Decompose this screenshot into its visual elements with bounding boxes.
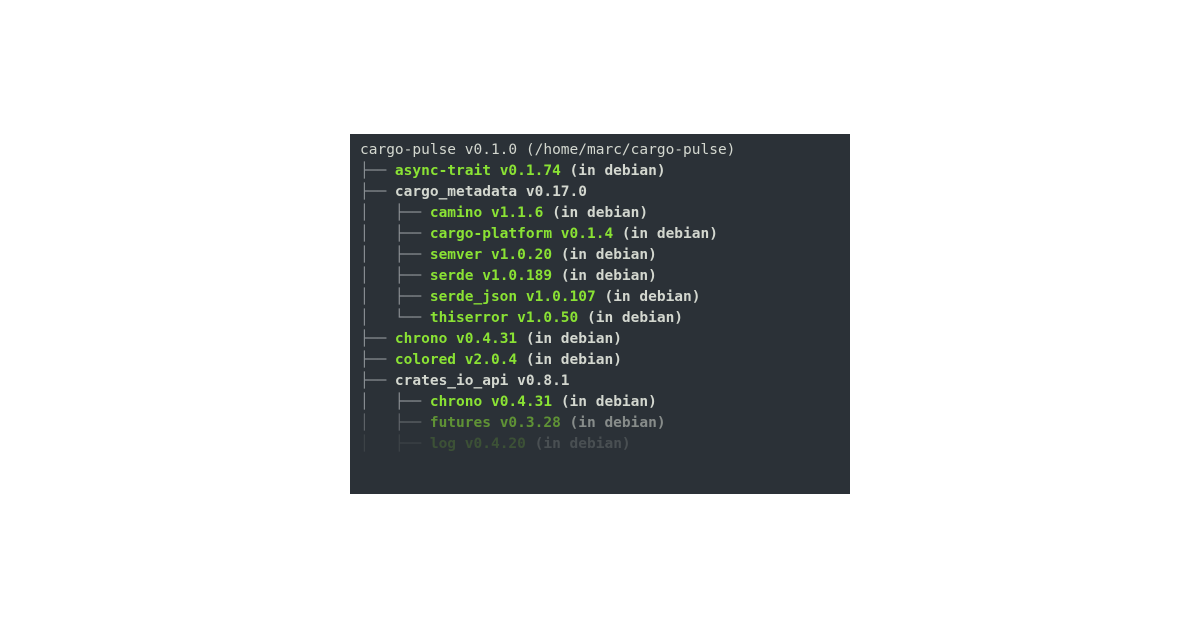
tree-branch-icon: ├──: [360, 331, 395, 347]
package-name: cargo-platform: [430, 226, 552, 242]
dependency-tree: ├── async-trait v0.1.74 (in debian)├── c…: [360, 161, 840, 455]
tree-branch-icon: │ ├──: [360, 205, 430, 221]
package-version: v1.0.50: [517, 310, 578, 326]
tree-row: │ ├── futures v0.3.28 (in debian): [360, 413, 840, 434]
tree-branch-icon: ├──: [360, 352, 395, 368]
package-name: crates_io_api: [395, 373, 509, 389]
package-version: v1.0.20: [491, 247, 552, 263]
package-version: v2.0.4: [465, 352, 517, 368]
package-note: (in debian): [570, 415, 666, 431]
package-note: (in debian): [604, 289, 700, 305]
package-name: log: [430, 436, 456, 452]
package-version: v1.0.189: [482, 268, 552, 284]
tree-branch-icon: │ ├──: [360, 268, 430, 284]
package-version: v0.4.20: [465, 436, 526, 452]
tree-branch-icon: ├──: [360, 184, 395, 200]
tree-row: │ ├── serde v1.0.189 (in debian): [360, 266, 840, 287]
package-name: async-trait: [395, 163, 491, 179]
package-version: v1.0.107: [526, 289, 596, 305]
tree-row: │ ├── chrono v0.4.31 (in debian): [360, 392, 840, 413]
tree-branch-icon: │ ├──: [360, 436, 430, 452]
root-version: v0.1.0: [465, 142, 517, 158]
tree-branch-icon: │ └──: [360, 310, 430, 326]
package-name: futures: [430, 415, 491, 431]
tree-row: │ └── thiserror v1.0.50 (in debian): [360, 308, 840, 329]
package-version: v0.1.4: [561, 226, 613, 242]
tree-branch-icon: ├──: [360, 373, 395, 389]
package-name: thiserror: [430, 310, 509, 326]
root-path: (/home/marc/cargo-pulse): [526, 142, 736, 158]
package-note: (in debian): [622, 226, 718, 242]
package-name: chrono: [430, 394, 482, 410]
tree-branch-icon: │ ├──: [360, 289, 430, 305]
package-note: (in debian): [570, 163, 666, 179]
package-note: (in debian): [561, 394, 657, 410]
package-name: cargo_metadata: [395, 184, 517, 200]
tree-row: ├── chrono v0.4.31 (in debian): [360, 329, 840, 350]
tree-branch-icon: │ ├──: [360, 226, 430, 242]
package-name: colored: [395, 352, 456, 368]
tree-row: ├── crates_io_api v0.8.1: [360, 371, 840, 392]
package-note: (in debian): [552, 205, 648, 221]
package-name: camino: [430, 205, 482, 221]
tree-row: │ ├── cargo-platform v0.1.4 (in debian): [360, 224, 840, 245]
terminal-output: cargo-pulse v0.1.0 (/home/marc/cargo-pul…: [350, 134, 850, 494]
tree-row: │ ├── serde_json v1.0.107 (in debian): [360, 287, 840, 308]
package-name: serde_json: [430, 289, 517, 305]
package-name: serde: [430, 268, 474, 284]
package-name: chrono: [395, 331, 447, 347]
package-note: (in debian): [526, 331, 622, 347]
root-name: cargo-pulse: [360, 142, 456, 158]
package-name: semver: [430, 247, 482, 263]
package-version: v0.17.0: [526, 184, 587, 200]
tree-branch-icon: │ ├──: [360, 415, 430, 431]
package-note: (in debian): [561, 268, 657, 284]
tree-branch-icon: │ ├──: [360, 394, 430, 410]
tree-row: ├── colored v2.0.4 (in debian): [360, 350, 840, 371]
tree-row: │ ├── camino v1.1.6 (in debian): [360, 203, 840, 224]
package-version: v0.4.31: [491, 394, 552, 410]
tree-row: ├── async-trait v0.1.74 (in debian): [360, 161, 840, 182]
package-version: v0.3.28: [500, 415, 561, 431]
tree-row: │ ├── semver v1.0.20 (in debian): [360, 245, 840, 266]
package-version: v0.1.74: [500, 163, 561, 179]
tree-row: ├── cargo_metadata v0.17.0: [360, 182, 840, 203]
tree-root: cargo-pulse v0.1.0 (/home/marc/cargo-pul…: [360, 140, 840, 161]
package-note: (in debian): [587, 310, 683, 326]
package-note: (in debian): [535, 436, 631, 452]
package-version: v0.4.31: [456, 331, 517, 347]
package-note: (in debian): [561, 247, 657, 263]
tree-row: │ ├── log v0.4.20 (in debian): [360, 434, 840, 455]
package-version: v0.8.1: [517, 373, 569, 389]
tree-branch-icon: ├──: [360, 163, 395, 179]
package-note: (in debian): [526, 352, 622, 368]
package-version: v1.1.6: [491, 205, 543, 221]
tree-branch-icon: │ ├──: [360, 247, 430, 263]
